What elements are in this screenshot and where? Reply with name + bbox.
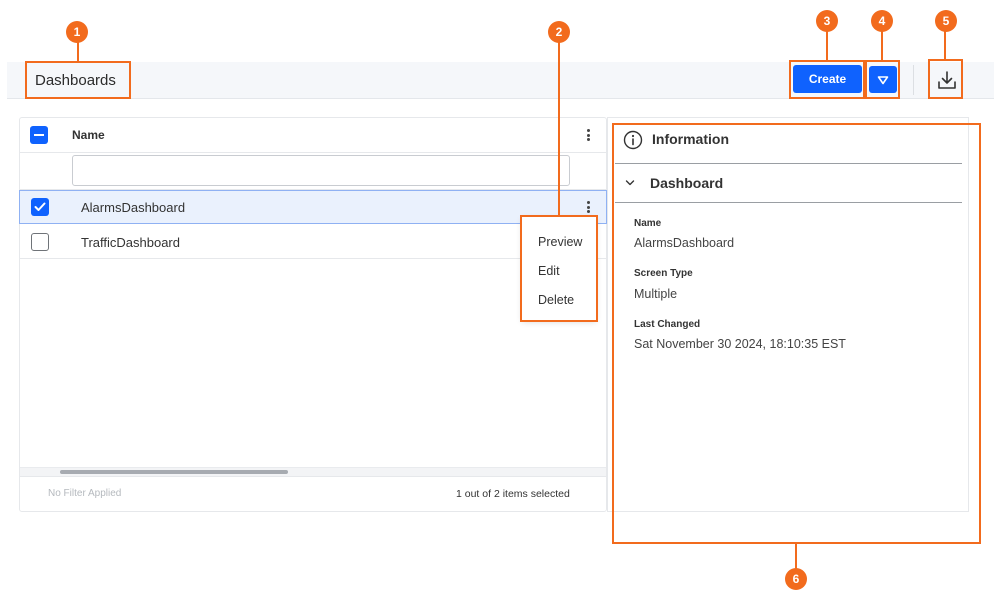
annotation-box-5 [928,59,963,99]
annotation-line-2 [558,42,560,216]
row-name: AlarmsDashboard [81,200,186,215]
annotation-box-3 [789,60,865,99]
column-header-name[interactable]: Name [72,128,105,142]
annotation-box-4 [865,60,900,99]
annotation-badge-2: 2 [548,21,570,43]
table-header [19,117,607,153]
annotation-box-2 [520,215,598,322]
annotation-box-1 [25,61,131,99]
annotation-badge-1: 1 [66,21,88,43]
app-root: Dashboards Create Name AlarmsDashboard T… [0,0,994,606]
annotation-line-4 [881,31,883,61]
row-menu-icon[interactable] [582,199,594,215]
annotation-badge-5: 5 [935,10,957,32]
scrollbar-thumb[interactable] [60,470,288,474]
row-checkbox[interactable] [31,233,49,251]
name-filter-input[interactable] [72,155,570,186]
annotation-box-6 [612,123,981,544]
annotation-line-1 [77,42,79,62]
annotation-line-5 [944,31,946,60]
row-checkbox[interactable] [31,198,49,216]
column-menu-icon[interactable] [582,127,594,143]
annotation-badge-4: 4 [871,10,893,32]
annotation-badge-3: 3 [816,10,838,32]
row-name: TrafficDashboard [81,235,180,250]
filter-status: No Filter Applied [48,488,122,499]
select-all-checkbox[interactable] [30,126,48,144]
header-divider [913,65,914,95]
selection-count: 1 out of 2 items selected [456,488,570,500]
checkmark-icon [34,202,46,211]
annotation-line-3 [826,31,828,61]
annotation-badge-6: 6 [785,568,807,590]
annotation-line-6 [795,543,797,569]
